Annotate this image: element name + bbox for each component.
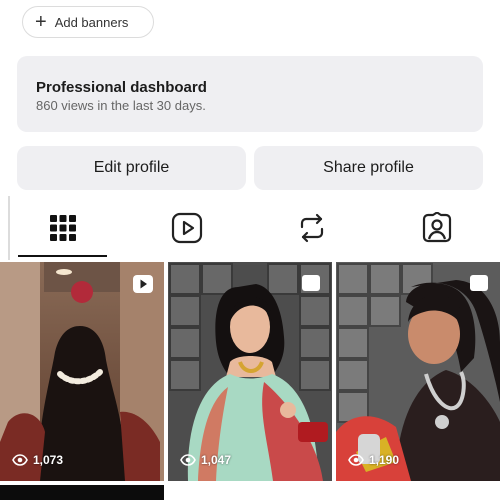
dashboard-title: Professional dashboard — [36, 79, 207, 96]
grid-icon — [50, 215, 76, 241]
post-image — [336, 262, 500, 481]
tab-tagged[interactable] — [391, 200, 483, 256]
post-thumbnail[interactable]: 1,190 — [336, 262, 500, 481]
post-image — [168, 262, 332, 481]
add-banners-button[interactable]: + Add banners — [22, 6, 154, 38]
reel-icon — [133, 275, 153, 293]
next-row-thumbnail[interactable] — [0, 485, 164, 500]
share-profile-button[interactable]: Share profile — [254, 146, 483, 190]
eye-icon — [180, 454, 196, 466]
tab-grid[interactable] — [17, 200, 109, 256]
repost-icon — [300, 213, 324, 243]
tab-reposts[interactable] — [266, 200, 358, 256]
eye-icon — [12, 454, 28, 466]
tagged-icon — [422, 212, 452, 243]
post-thumbnail[interactable]: 1,047 — [168, 262, 332, 481]
view-count-value: 1,190 — [369, 453, 400, 467]
multiple-icon — [302, 275, 320, 291]
view-count: 1,190 — [348, 453, 399, 467]
dashboard-subtitle: 860 views in the last 30 days. — [36, 98, 206, 113]
view-count: 1,047 — [180, 453, 231, 467]
tab-reels[interactable] — [141, 200, 233, 256]
eye-icon — [348, 454, 364, 466]
scroll-edge — [8, 196, 10, 260]
multiple-icon — [470, 275, 488, 291]
view-count-value: 1,047 — [201, 453, 232, 467]
active-tab-indicator — [18, 255, 107, 257]
plus-icon: + — [35, 11, 47, 33]
edit-profile-button[interactable]: Edit profile — [17, 146, 246, 190]
view-count-value: 1,073 — [33, 453, 64, 467]
view-count: 1,073 — [12, 453, 63, 467]
professional-dashboard-card[interactable]: Professional dashboard 860 views in the … — [17, 56, 483, 132]
post-thumbnail[interactable]: 1,073 — [0, 262, 164, 481]
add-banners-label: Add banners — [54, 14, 129, 30]
reels-icon — [171, 212, 203, 244]
post-image — [0, 262, 164, 481]
